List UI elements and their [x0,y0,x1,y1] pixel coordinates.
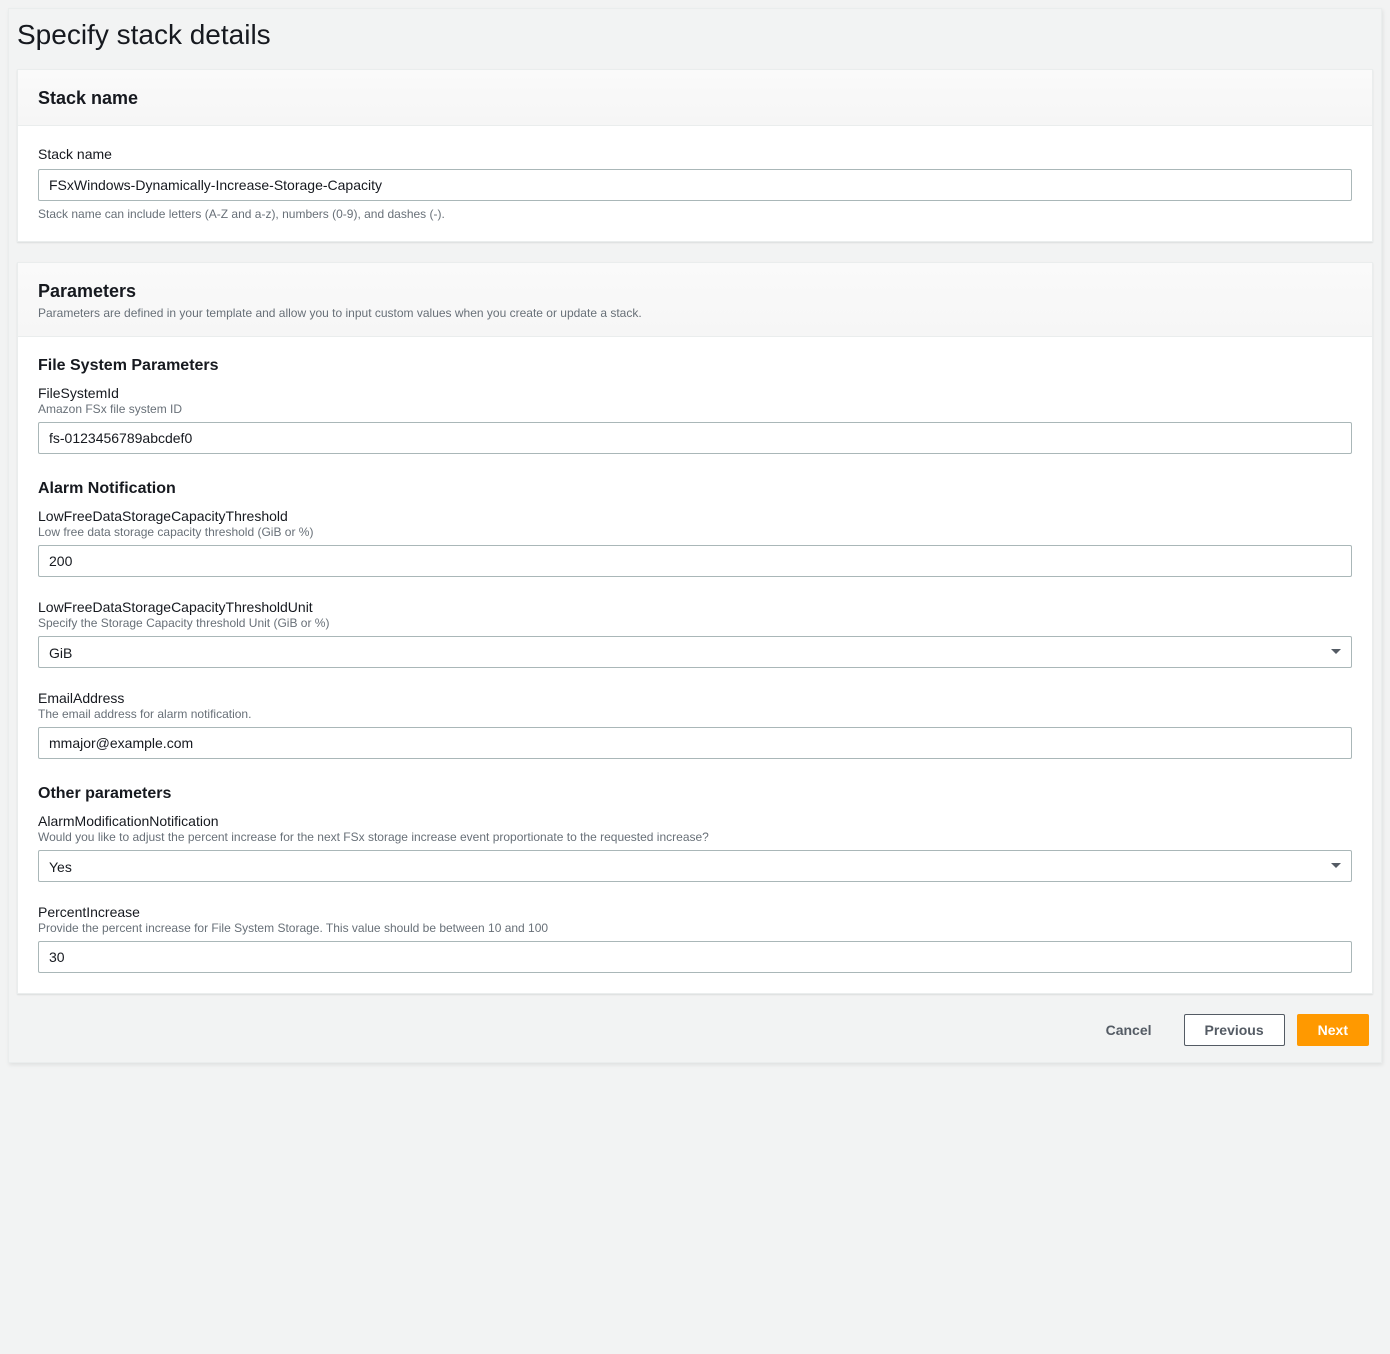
stack-name-heading: Stack name [38,88,1352,109]
stack-name-field: Stack name Stack name can include letter… [38,146,1352,221]
percent-increase-label: PercentIncrease [38,904,1352,920]
percent-increase-hint: Provide the percent increase for File Sy… [38,921,1352,935]
stack-name-panel: Stack name Stack name Stack name can inc… [17,69,1373,242]
threshold-field: LowFreeDataStorageCapacityThreshold Low … [38,508,1352,577]
threshold-input[interactable] [38,545,1352,577]
parameters-subheading: Parameters are defined in your template … [38,306,1352,320]
page-title: Specify stack details [17,19,1373,51]
email-field: EmailAddress The email address for alarm… [38,690,1352,759]
filesystemid-label: FileSystemId [38,385,1352,401]
alarm-mod-hint: Would you like to adjust the percent inc… [38,830,1352,844]
button-row: Cancel Previous Next [17,1014,1373,1046]
threshold-unit-field: LowFreeDataStorageCapacityThresholdUnit … [38,599,1352,668]
threshold-unit-hint: Specify the Storage Capacity threshold U… [38,616,1352,630]
next-button[interactable]: Next [1297,1014,1369,1046]
alarm-mod-field: AlarmModificationNotification Would you … [38,813,1352,882]
filesystemid-input[interactable] [38,422,1352,454]
filesystemid-field: FileSystemId Amazon FSx file system ID [38,385,1352,454]
stack-name-input[interactable] [38,169,1352,201]
other-parameters-title: Other parameters [38,785,1352,803]
stack-name-hint: Stack name can include letters (A-Z and … [38,207,1352,221]
alarm-mod-value: Yes [38,850,1352,882]
filesystemid-hint: Amazon FSx file system ID [38,402,1352,416]
previous-button[interactable]: Previous [1184,1014,1285,1046]
email-hint: The email address for alarm notification… [38,707,1352,721]
stack-name-panel-body: Stack name Stack name can include letter… [18,126,1372,241]
percent-increase-field: PercentIncrease Provide the percent incr… [38,904,1352,973]
stack-name-label: Stack name [38,146,1352,162]
threshold-unit-select[interactable]: GiB [38,636,1352,668]
alarm-mod-label: AlarmModificationNotification [38,813,1352,829]
threshold-unit-label: LowFreeDataStorageCapacityThresholdUnit [38,599,1352,615]
threshold-label: LowFreeDataStorageCapacityThreshold [38,508,1352,524]
parameters-heading: Parameters [38,281,1352,302]
alarm-mod-select[interactable]: Yes [38,850,1352,882]
page-container: Specify stack details Stack name Stack n… [8,8,1382,1063]
email-input[interactable] [38,727,1352,759]
threshold-unit-value: GiB [38,636,1352,668]
parameters-panel-header: Parameters Parameters are defined in you… [18,263,1372,337]
percent-increase-input[interactable] [38,941,1352,973]
parameters-panel-body: File System Parameters FileSystemId Amaz… [18,337,1372,993]
file-system-parameters-title: File System Parameters [38,357,1352,375]
parameters-panel: Parameters Parameters are defined in you… [17,262,1373,994]
email-label: EmailAddress [38,690,1352,706]
cancel-button[interactable]: Cancel [1086,1014,1172,1046]
stack-name-panel-header: Stack name [18,70,1372,126]
threshold-hint: Low free data storage capacity threshold… [38,525,1352,539]
alarm-notification-title: Alarm Notification [38,480,1352,498]
